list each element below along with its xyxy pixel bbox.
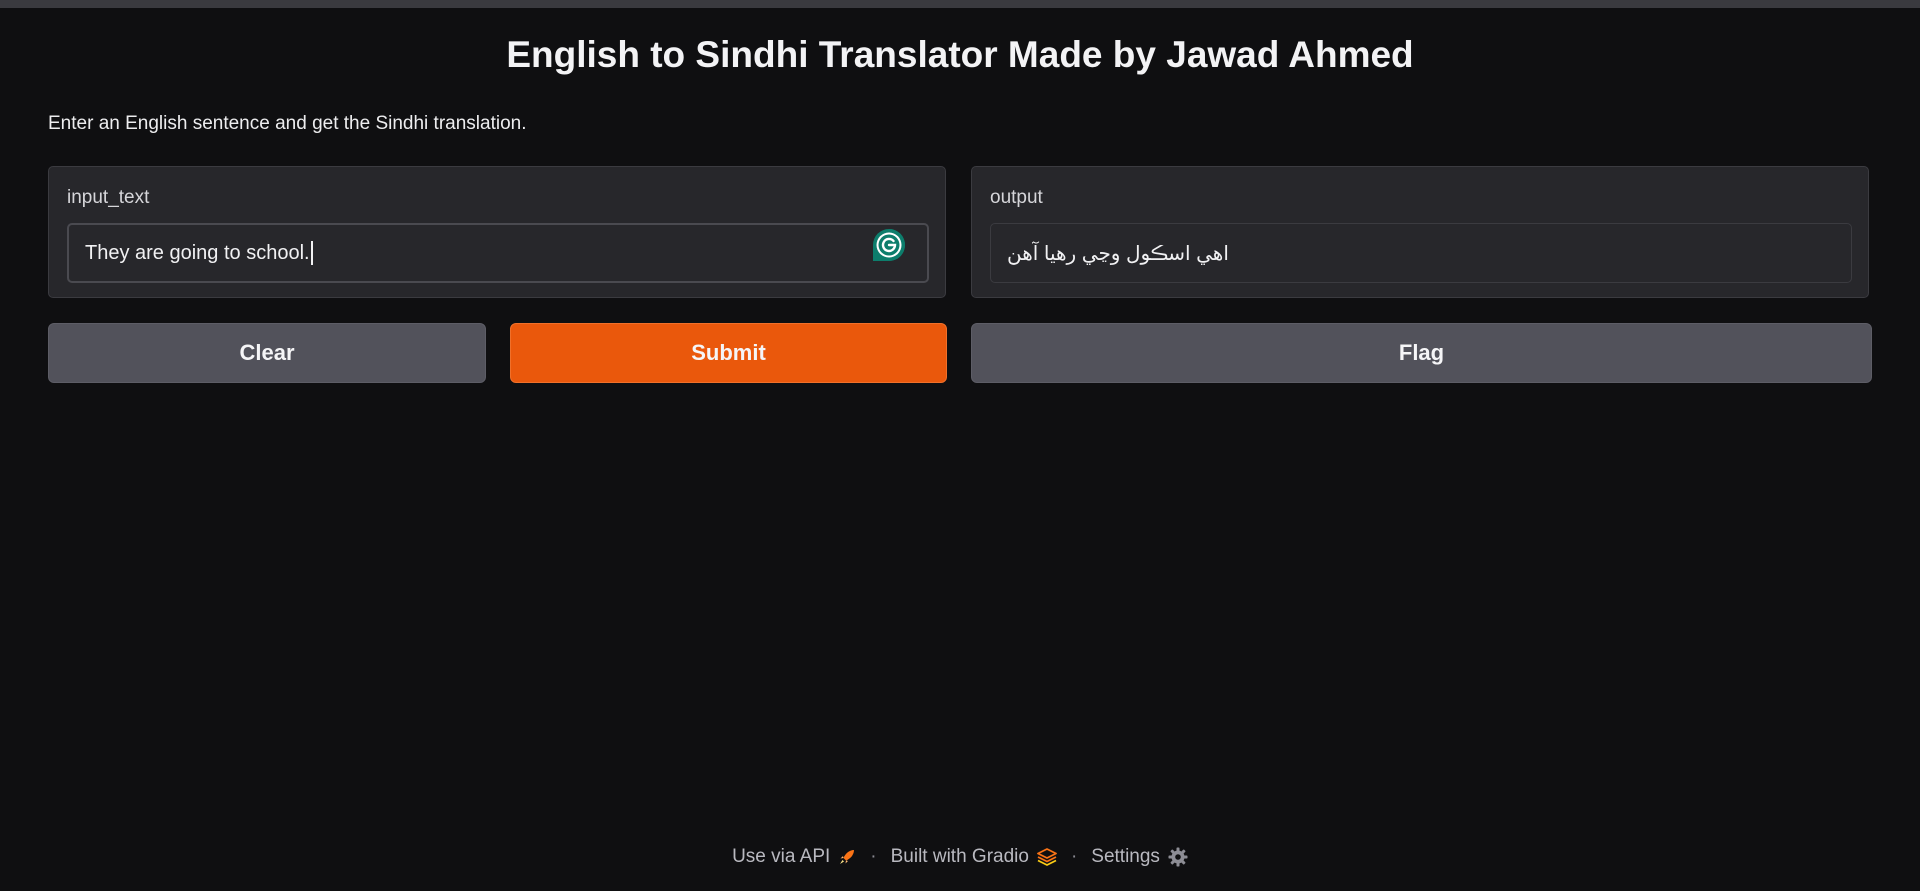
browser-top-bar — [0, 0, 1920, 8]
settings-label: Settings — [1091, 846, 1160, 867]
rocket-icon — [840, 850, 855, 864]
output-panel: output اهي اسڪول وڃي رهيا آهن — [971, 166, 1869, 298]
use-via-api-label: Use via API — [732, 846, 831, 867]
flag-button[interactable]: Flag — [971, 323, 1872, 383]
footer-separator: · — [1070, 846, 1078, 867]
input-text-field[interactable]: They are going to school. — [67, 223, 929, 283]
output-label: output — [990, 187, 1043, 208]
page-description: Enter an English sentence and get the Si… — [48, 113, 527, 134]
built-with-gradio-label: Built with Gradio — [890, 846, 1029, 867]
built-with-gradio-link[interactable]: Built with Gradio — [891, 846, 1057, 868]
submit-button[interactable]: Submit — [510, 323, 947, 383]
clear-button[interactable]: Clear — [48, 323, 486, 383]
use-via-api-link[interactable]: Use via API — [732, 846, 856, 868]
footer: Use via API · Built with Gradio · Settin… — [0, 846, 1920, 868]
settings-link[interactable]: Settings — [1091, 846, 1188, 868]
input-text-value: They are going to school. — [85, 241, 310, 264]
text-caret — [310, 241, 313, 265]
input-panel: input_text They are going to school. — [48, 166, 946, 298]
gradio-logo-icon — [1037, 848, 1057, 866]
grammarly-icon[interactable] — [871, 227, 907, 263]
footer-separator: · — [870, 846, 877, 867]
output-text-value: اهي اسڪول وڃي رهيا آهن — [1007, 242, 1229, 265]
page-title: English to Sindhi Translator Made by Jaw… — [506, 34, 1414, 75]
input-label: input_text — [67, 187, 150, 208]
gear-icon — [1168, 847, 1188, 867]
output-text-field[interactable]: اهي اسڪول وڃي رهيا آهن — [990, 223, 1852, 283]
